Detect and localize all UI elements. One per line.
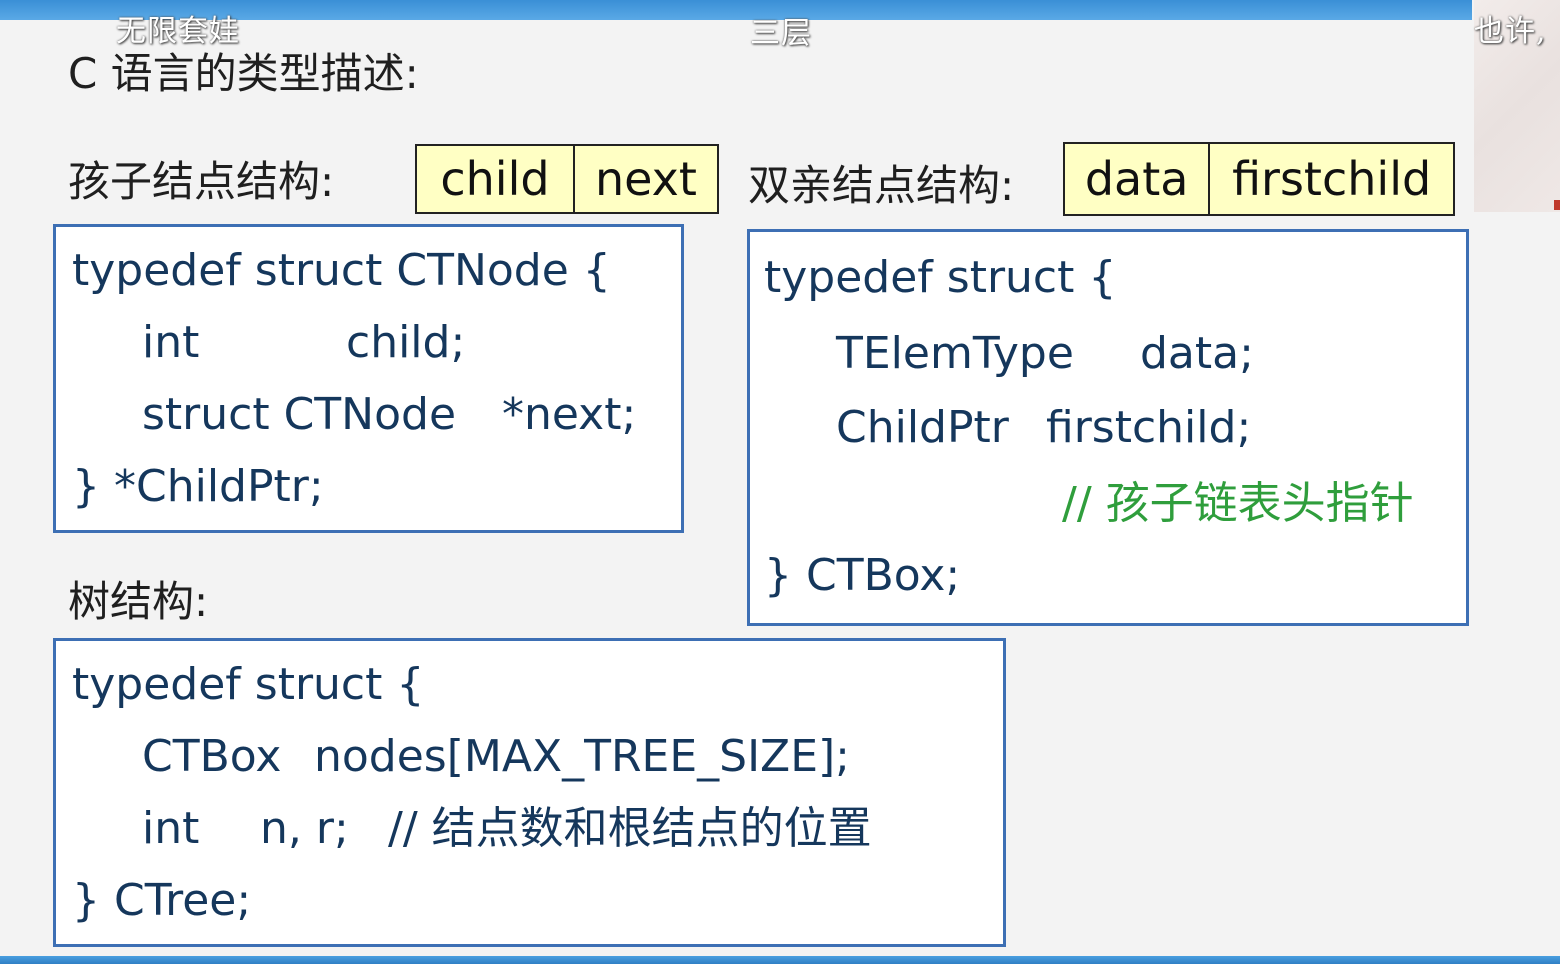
- code-type: ChildPtr: [836, 402, 1009, 453]
- field-child: child: [440, 152, 550, 206]
- code-line: } *ChildPtr;: [72, 461, 324, 512]
- code-line: typedef struct {: [764, 252, 1117, 303]
- code-member: n, r;: [260, 803, 349, 854]
- code-comment: // 结点数和根结点的位置: [388, 803, 872, 854]
- danmaku-comment: 三层: [750, 16, 812, 51]
- code-line: } CTBox;: [764, 550, 961, 601]
- code-comment: // 孩子链表头指针: [1062, 478, 1414, 529]
- webcam-detail: [1554, 200, 1560, 210]
- code-line: typedef struct {: [72, 659, 425, 710]
- parent-node-heading: 双亲结点结构:: [748, 161, 1015, 210]
- tree-heading: 树结构:: [68, 577, 209, 626]
- field-firstchild: firstchild: [1208, 144, 1453, 214]
- code-member: nodes[MAX_TREE_SIZE];: [314, 731, 850, 782]
- code-line: typedef struct CTNode {: [72, 245, 611, 296]
- slide-title: C 语言的类型描述:: [68, 49, 419, 98]
- child-node-code-box: typedef struct CTNode { int child; struc…: [53, 224, 684, 533]
- field-data: data: [1084, 152, 1189, 206]
- webcam-overlay: 也许,: [1474, 0, 1560, 212]
- code-type: int: [142, 803, 200, 854]
- danmaku-comment: 也许,: [1474, 14, 1547, 49]
- code-member: child;: [346, 317, 466, 368]
- parent-node-field-diagram: data firstchild: [1063, 142, 1455, 216]
- child-node-heading: 孩子结点结构:: [68, 157, 335, 206]
- code-member: firstchild;: [1046, 402, 1252, 453]
- code-type: int: [142, 317, 200, 368]
- code-member: data;: [1140, 328, 1254, 379]
- parent-node-code-box: typedef struct { TElemType data; ChildPt…: [747, 229, 1469, 626]
- tree-code-box: typedef struct { CTBox nodes[MAX_TREE_SI…: [53, 638, 1006, 947]
- code-line: } CTree;: [72, 875, 252, 926]
- code-type: CTBox: [142, 731, 282, 782]
- code-type: struct CTNode: [142, 389, 457, 440]
- video-bottom-bar: [0, 956, 1560, 964]
- field-next: next: [572, 146, 717, 212]
- code-member: *next;: [502, 389, 637, 440]
- code-type: TElemType: [836, 328, 1074, 379]
- child-node-field-diagram: child next: [415, 144, 719, 214]
